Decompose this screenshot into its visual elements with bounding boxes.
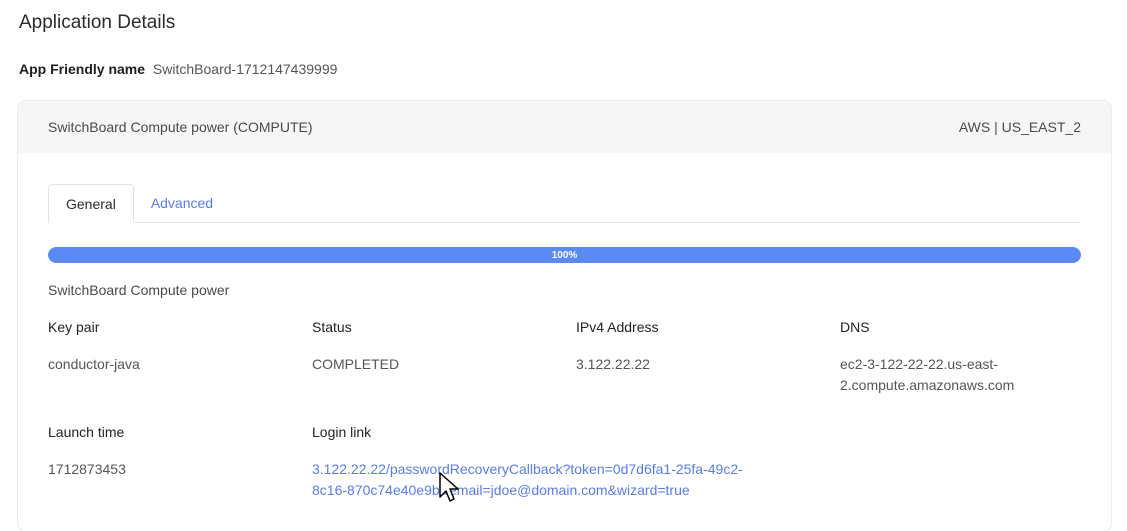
login-link-line1[interactable]: 3.122.22.22/passwordRecoveryCallback?tok… <box>312 459 743 480</box>
status-value: COMPLETED <box>312 356 400 372</box>
progress-label: 100% <box>551 249 578 261</box>
tab-advanced[interactable]: Advanced <box>134 184 230 222</box>
status-label: Status <box>312 319 352 335</box>
progress-bar: 100% <box>48 247 1081 263</box>
login-link-line2[interactable]: 8c16-870c74e40e9b&email=jdoe@domain.com&… <box>312 480 743 501</box>
dns-value-line1: ec2-3-122-22-22.us-east- <box>840 356 998 372</box>
launch-time-label: Launch time <box>48 424 125 440</box>
dns-value-line2: 2.compute.amazonaws.com <box>840 377 1015 393</box>
ipv4-value: 3.122.22.22 <box>576 356 650 372</box>
launch-time-value: 1712873453 <box>48 461 126 477</box>
progress-fill: 100% <box>48 247 1081 263</box>
app-friendly-name-label: App Friendly name <box>19 61 146 77</box>
ipv4-label: IPv4 Address <box>576 319 659 335</box>
resource-name: SwitchBoard Compute power <box>48 282 230 298</box>
page-title: Application Details <box>19 12 176 33</box>
dns-value: ec2-3-122-22-22.us-east- 2.compute.amazo… <box>840 354 1014 396</box>
resource-card: SwitchBoard Compute power (COMPUTE) AWS … <box>18 101 1111 531</box>
key-pair-value: conductor-java <box>48 356 140 372</box>
cloud-region: AWS | US_EAST_2 <box>958 119 1081 135</box>
app-friendly-name-row: App Friendly name SwitchBoard-1712147439… <box>19 61 337 77</box>
login-link[interactable]: 3.122.22.22/passwordRecoveryCallback?tok… <box>312 459 743 501</box>
resource-title: SwitchBoard Compute power (COMPUTE) <box>48 119 313 135</box>
app-friendly-name-value: SwitchBoard-1712147439999 <box>152 61 338 77</box>
key-pair-label: Key pair <box>48 319 100 335</box>
card-header: SwitchBoard Compute power (COMPUTE) AWS … <box>18 101 1111 153</box>
tab-bar: General Advanced <box>48 184 1080 223</box>
login-link-label: Login link <box>312 424 372 440</box>
dns-label: DNS <box>840 319 870 335</box>
tab-general[interactable]: General <box>48 184 134 223</box>
mouse-cursor-icon <box>439 472 459 502</box>
